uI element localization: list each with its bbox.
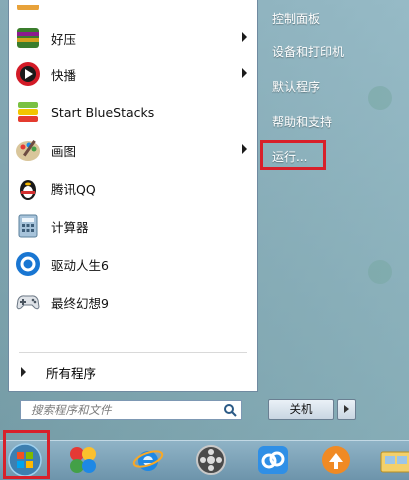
program-label: 快播 [51, 67, 77, 83]
program-haozip[interactable]: 好压 [9, 20, 257, 56]
windows-explorer-icon[interactable] [378, 442, 409, 478]
program-label: 画图 [51, 143, 77, 159]
run-highlight-box [260, 140, 326, 170]
program-final-fantasy[interactable]: 最终幻想9 [9, 284, 257, 320]
media-player-icon[interactable] [193, 442, 229, 478]
start-highlight-box [3, 430, 50, 479]
bluestacks-icon [13, 97, 43, 127]
qq-penguin-icon [13, 173, 43, 203]
program-bluestacks[interactable]: Start BlueStacks [9, 94, 257, 130]
start-menu: 好压 快播 Start BlueStacks 画图 腾讯QQ 计算器 驱动人生6… [0, 0, 409, 440]
menu-divider [19, 352, 247, 353]
baidu-netdisk-icon[interactable] [255, 442, 291, 478]
all-programs-label: 所有程序 [46, 365, 97, 381]
calculator-icon [13, 211, 43, 241]
shutdown-button[interactable]: 关机 [268, 399, 334, 420]
submenu-arrow-icon [242, 144, 247, 154]
submenu-arrow-icon [242, 32, 247, 42]
system-links-pane: 控制面板 设备和打印机 默认程序 帮助和支持 运行... [258, 0, 409, 440]
program-qq[interactable]: 腾讯QQ [9, 170, 257, 206]
submenu-arrow-icon [242, 68, 247, 78]
program-qvod[interactable]: 快播 [9, 56, 257, 92]
program-calculator[interactable]: 计算器 [9, 208, 257, 244]
expand-arrow-icon [21, 367, 26, 377]
orange-app-icon[interactable] [318, 442, 354, 478]
chevron-right-icon [344, 405, 349, 413]
cut-off-item[interactable] [9, 0, 257, 10]
haozip-icon [13, 23, 43, 53]
internet-explorer-icon[interactable] [130, 442, 166, 478]
search-placeholder: 搜索程序和文件 [31, 403, 112, 417]
program-driver-life[interactable]: 驱动人生6 [9, 246, 257, 282]
search-icon[interactable] [223, 403, 237, 417]
program-label: Start BlueStacks [51, 104, 155, 120]
programs-pane: 好压 快播 Start BlueStacks 画图 腾讯QQ 计算器 驱动人生6… [8, 0, 258, 392]
help-support-link[interactable]: 帮助和支持 [272, 113, 332, 130]
all-programs-button[interactable]: 所有程序 [9, 360, 257, 384]
program-paint[interactable]: 画图 [9, 132, 257, 168]
driver-life-icon [13, 249, 43, 279]
gamepad-icon [13, 287, 43, 317]
program-label: 最终幻想9 [51, 295, 109, 311]
paint-icon [13, 135, 43, 165]
default-programs-link[interactable]: 默认程序 [272, 78, 320, 95]
devices-printers-link[interactable]: 设备和打印机 [272, 43, 344, 60]
qvod-icon [13, 59, 43, 89]
app-balls-icon[interactable] [65, 442, 101, 478]
control-panel-link[interactable]: 控制面板 [272, 10, 320, 27]
program-label: 计算器 [51, 219, 89, 235]
search-input[interactable]: 搜索程序和文件 [20, 400, 242, 420]
shutdown-options-button[interactable] [337, 399, 356, 420]
program-label: 驱动人生6 [51, 257, 109, 273]
program-label: 好压 [51, 31, 77, 47]
program-label: 腾讯QQ [51, 181, 96, 197]
